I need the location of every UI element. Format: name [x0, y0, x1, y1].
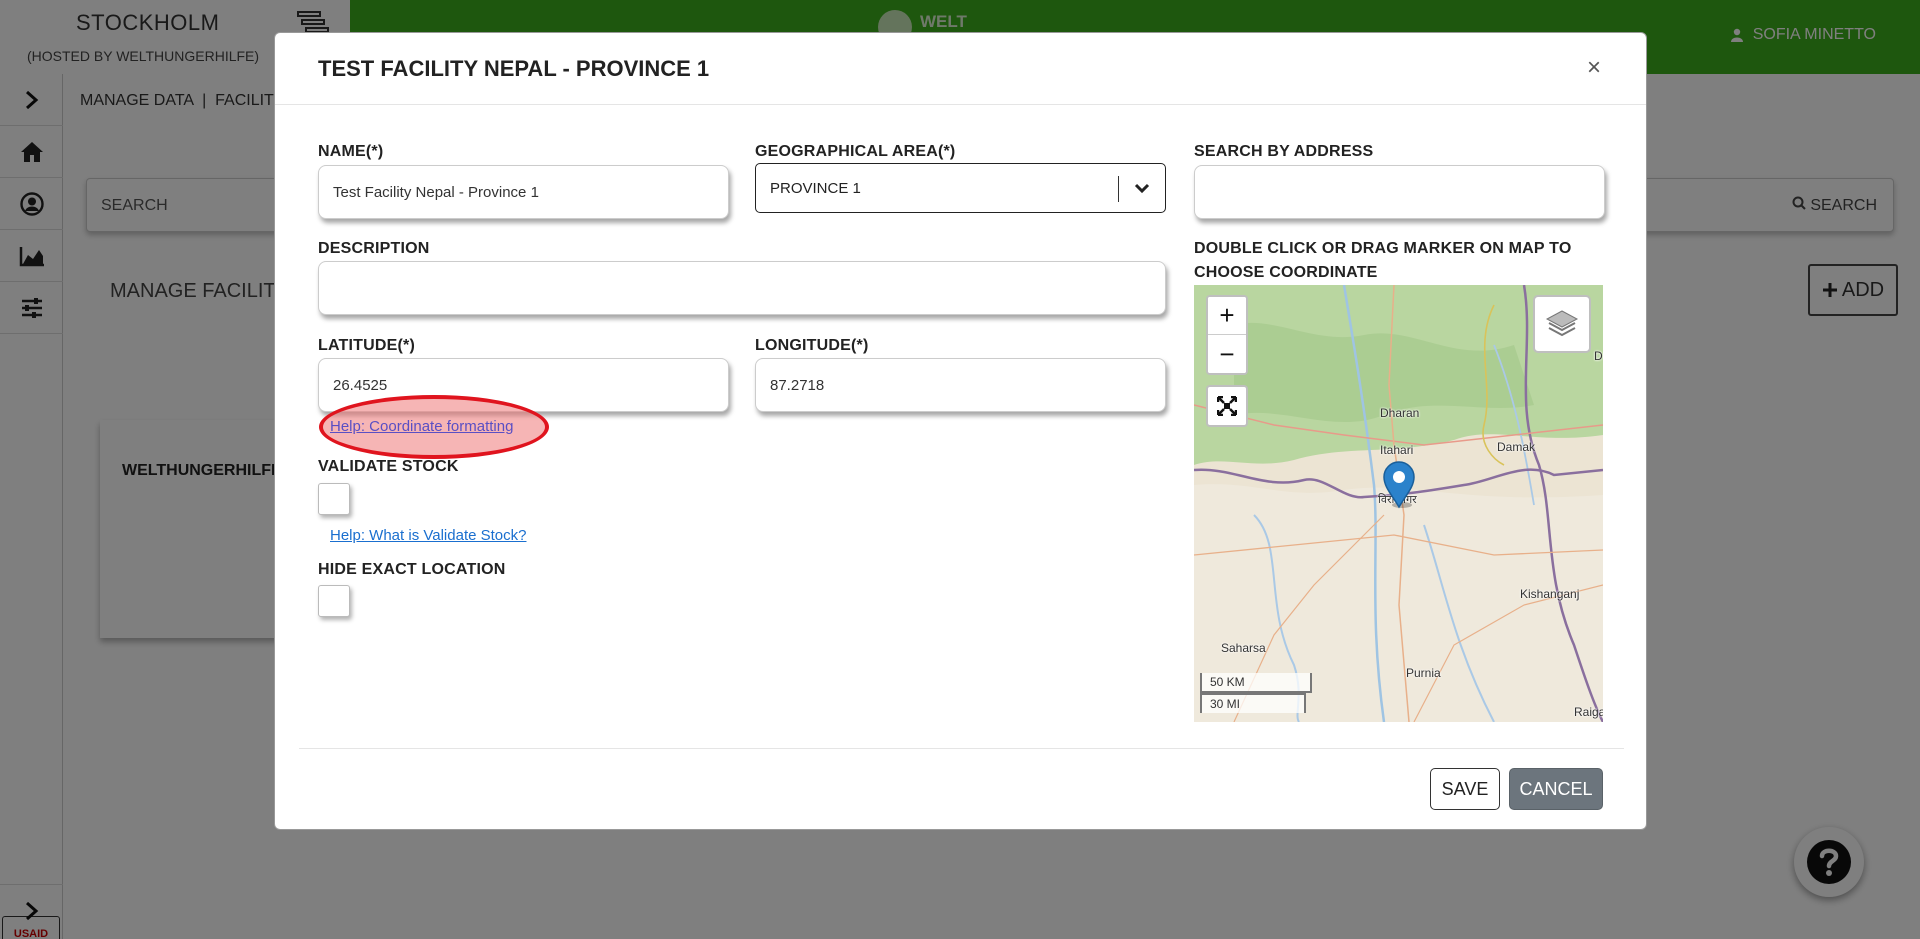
scale-mi: 30 MI [1200, 693, 1306, 713]
name-input[interactable] [318, 165, 729, 219]
layers-button[interactable] [1533, 295, 1591, 353]
description-input[interactable] [318, 261, 1166, 315]
geo-area-select[interactable]: PROVINCE 1 [755, 163, 1166, 213]
modal-title: TEST FACILITY NEPAL - PROVINCE 1 [318, 56, 710, 81]
location-map[interactable]: + − Dharan Itahari Damak विराटनगर Kishan… [1194, 285, 1603, 722]
coordinate-help-link[interactable]: Help: Coordinate formatting [330, 418, 513, 435]
validate-stock-label: VALIDATE STOCK [318, 458, 459, 475]
geo-area-label: GEOGRAPHICAL AREA(*) [755, 143, 956, 160]
cancel-button[interactable]: CANCEL [1509, 768, 1603, 810]
validate-stock-help-link[interactable]: Help: What is Validate Stock? [330, 527, 526, 544]
chevron-down-icon [1134, 183, 1150, 194]
modal-header: TEST FACILITY NEPAL - PROVINCE 1 × [275, 33, 1646, 105]
search-address-input[interactable] [1194, 165, 1605, 219]
save-button[interactable]: SAVE [1430, 768, 1500, 810]
zoom-out-button[interactable]: − [1208, 335, 1246, 373]
map-place-damak: Damak [1497, 440, 1536, 454]
map-place-saharsa: Saharsa [1221, 641, 1266, 655]
edit-facility-modal: TEST FACILITY NEPAL - PROVINCE 1 × NAME(… [274, 32, 1647, 830]
validate-stock-checkbox[interactable] [318, 483, 350, 515]
map-place-itahari: Itahari [1380, 443, 1414, 457]
layers-icon [1545, 310, 1579, 337]
geo-area-value: PROVINCE 1 [770, 179, 861, 197]
longitude-label: LONGITUDE(*) [755, 337, 869, 354]
map-place-raiga: Raiga [1574, 705, 1603, 719]
scale-km: 50 KM [1200, 673, 1312, 693]
map-label-line2: CHOOSE COORDINATE [1194, 264, 1378, 281]
search-address-label: SEARCH BY ADDRESS [1194, 143, 1374, 160]
longitude-input[interactable] [755, 358, 1166, 412]
fullscreen-icon [1217, 396, 1237, 416]
fullscreen-button[interactable] [1206, 385, 1248, 427]
latitude-label: LATITUDE(*) [318, 337, 415, 354]
name-label: NAME(*) [318, 143, 384, 160]
location-marker-icon[interactable] [1382, 461, 1416, 509]
zoom-control: + − [1206, 295, 1248, 375]
modal-footer-divider [299, 748, 1624, 749]
hide-location-label: HIDE EXACT LOCATION [318, 561, 506, 578]
map-place-dharan: Dharan [1380, 406, 1420, 420]
map-place-edge: D [1594, 349, 1603, 363]
hide-location-checkbox[interactable] [318, 585, 350, 617]
map-scale: 50 KM 30 MI [1200, 673, 1312, 713]
zoom-in-button[interactable]: + [1208, 297, 1246, 335]
description-label: DESCRIPTION [318, 240, 430, 257]
close-button[interactable]: × [1582, 56, 1606, 81]
map-label-line1: DOUBLE CLICK OR DRAG MARKER ON MAP TO [1194, 240, 1572, 257]
map-place-purnia: Purnia [1406, 666, 1441, 680]
map-place-kishanganj: Kishanganj [1520, 587, 1580, 601]
